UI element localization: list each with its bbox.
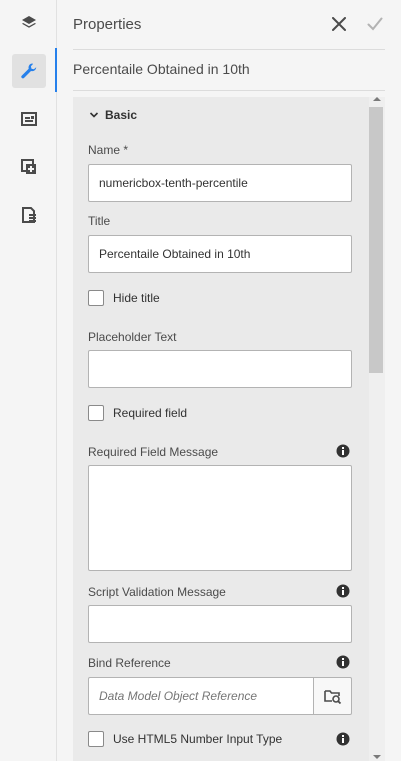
name-label: Name * — [88, 143, 129, 157]
panel-header: Properties — [73, 0, 385, 50]
layers-button[interactable] — [12, 6, 46, 40]
hide-title-label: Hide title — [113, 291, 160, 305]
html5-number-label: Use HTML5 Number Input Type — [113, 732, 283, 746]
required-message-info-button[interactable] — [336, 444, 350, 458]
bind-reference-label: Bind Reference — [88, 656, 171, 670]
side-rail — [0, 0, 57, 761]
placeholder-field[interactable] — [88, 350, 352, 388]
required-message-field[interactable] — [88, 465, 352, 571]
layers-icon — [22, 16, 36, 28]
properties-scroll-area[interactable]: Basic Name * Title Hide title Placeholde… — [73, 97, 385, 761]
info-icon — [336, 732, 350, 746]
section-basic-label: Basic — [105, 108, 138, 122]
html5-number-checkbox[interactable]: Use HTML5 Number Input Type — [88, 731, 282, 747]
hide-title-box[interactable] — [88, 290, 104, 306]
script-validation-label: Script Validation Message — [88, 585, 226, 599]
name-field[interactable] — [88, 164, 352, 202]
panel-title: Properties — [73, 16, 142, 33]
wrench-icon — [21, 63, 37, 79]
close-button[interactable] — [327, 12, 351, 36]
info-icon — [336, 444, 350, 458]
properties-button[interactable] — [12, 48, 57, 92]
folder-search-icon — [323, 690, 341, 704]
hide-title-checkbox[interactable]: Hide title — [88, 290, 160, 306]
content-tree-icon — [22, 207, 36, 223]
templates-icon — [21, 112, 37, 126]
script-validation-info-button[interactable] — [336, 584, 350, 598]
script-validation-field[interactable] — [88, 605, 352, 643]
required-field-box[interactable] — [88, 405, 104, 421]
bind-reference-field[interactable] — [88, 677, 313, 715]
add-components-button[interactable] — [12, 150, 46, 184]
checkmark-icon — [367, 17, 383, 31]
chevron-down-icon — [89, 112, 99, 118]
title-label: Title — [88, 214, 111, 228]
section-basic-header[interactable]: Basic — [89, 107, 137, 123]
scroll-up-arrow-icon[interactable] — [373, 97, 381, 101]
title-field[interactable] — [88, 235, 352, 273]
required-field-label: Required field — [113, 406, 188, 420]
scroll-down-arrow-icon[interactable] — [373, 755, 381, 759]
component-header: Percentaile Obtained in 10th — [73, 50, 385, 91]
add-components-icon — [21, 159, 36, 174]
required-message-label: Required Field Message — [88, 445, 219, 459]
placeholder-label: Placeholder Text — [88, 330, 177, 344]
bind-reference-info-button[interactable] — [336, 655, 350, 669]
scrollbar-thumb[interactable] — [369, 107, 383, 373]
bind-reference-browse-button[interactable] — [313, 677, 352, 715]
component-title: Percentaile Obtained in 10th — [73, 61, 250, 77]
close-icon — [332, 17, 346, 31]
bind-reference-picker — [88, 677, 352, 715]
html5-number-info-button[interactable] — [336, 732, 350, 746]
required-field-checkbox[interactable]: Required field — [88, 405, 187, 421]
done-button[interactable] — [363, 12, 387, 36]
info-icon — [336, 655, 350, 669]
content-tree-button[interactable] — [12, 198, 46, 232]
templates-button[interactable] — [12, 102, 46, 136]
info-icon — [336, 584, 350, 598]
html5-number-box[interactable] — [88, 731, 104, 747]
properties-panel: Properties Percentaile Obtained in 10th … — [57, 0, 401, 761]
